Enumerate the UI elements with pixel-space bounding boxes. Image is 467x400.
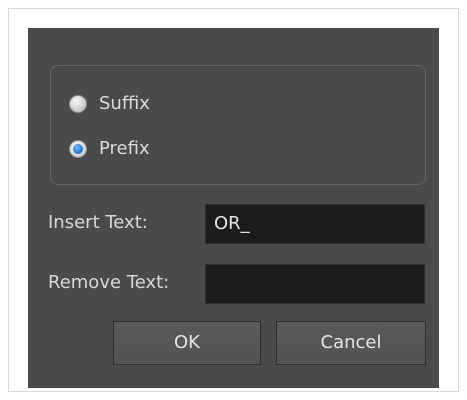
radio-selected-dot xyxy=(73,144,83,154)
prefix-option[interactable]: Prefix xyxy=(69,137,150,161)
affix-option-group: Suffix Prefix xyxy=(50,65,426,185)
suffix-option[interactable]: Suffix xyxy=(69,92,150,116)
insert-text-label: Insert Text: xyxy=(48,212,148,233)
remove-text-label: Remove Text: xyxy=(48,272,170,293)
remove-text-input[interactable] xyxy=(205,264,425,304)
rename-dialog: Suffix Prefix Insert Text: OR_ Remove Te… xyxy=(28,28,439,388)
ok-button[interactable]: OK xyxy=(113,321,261,365)
insert-text-input[interactable]: OR_ xyxy=(205,204,425,244)
suffix-radio[interactable] xyxy=(69,95,87,113)
prefix-label: Prefix xyxy=(99,138,150,159)
cancel-button[interactable]: Cancel xyxy=(276,321,426,365)
prefix-radio[interactable] xyxy=(69,140,87,158)
suffix-label: Suffix xyxy=(99,93,150,114)
